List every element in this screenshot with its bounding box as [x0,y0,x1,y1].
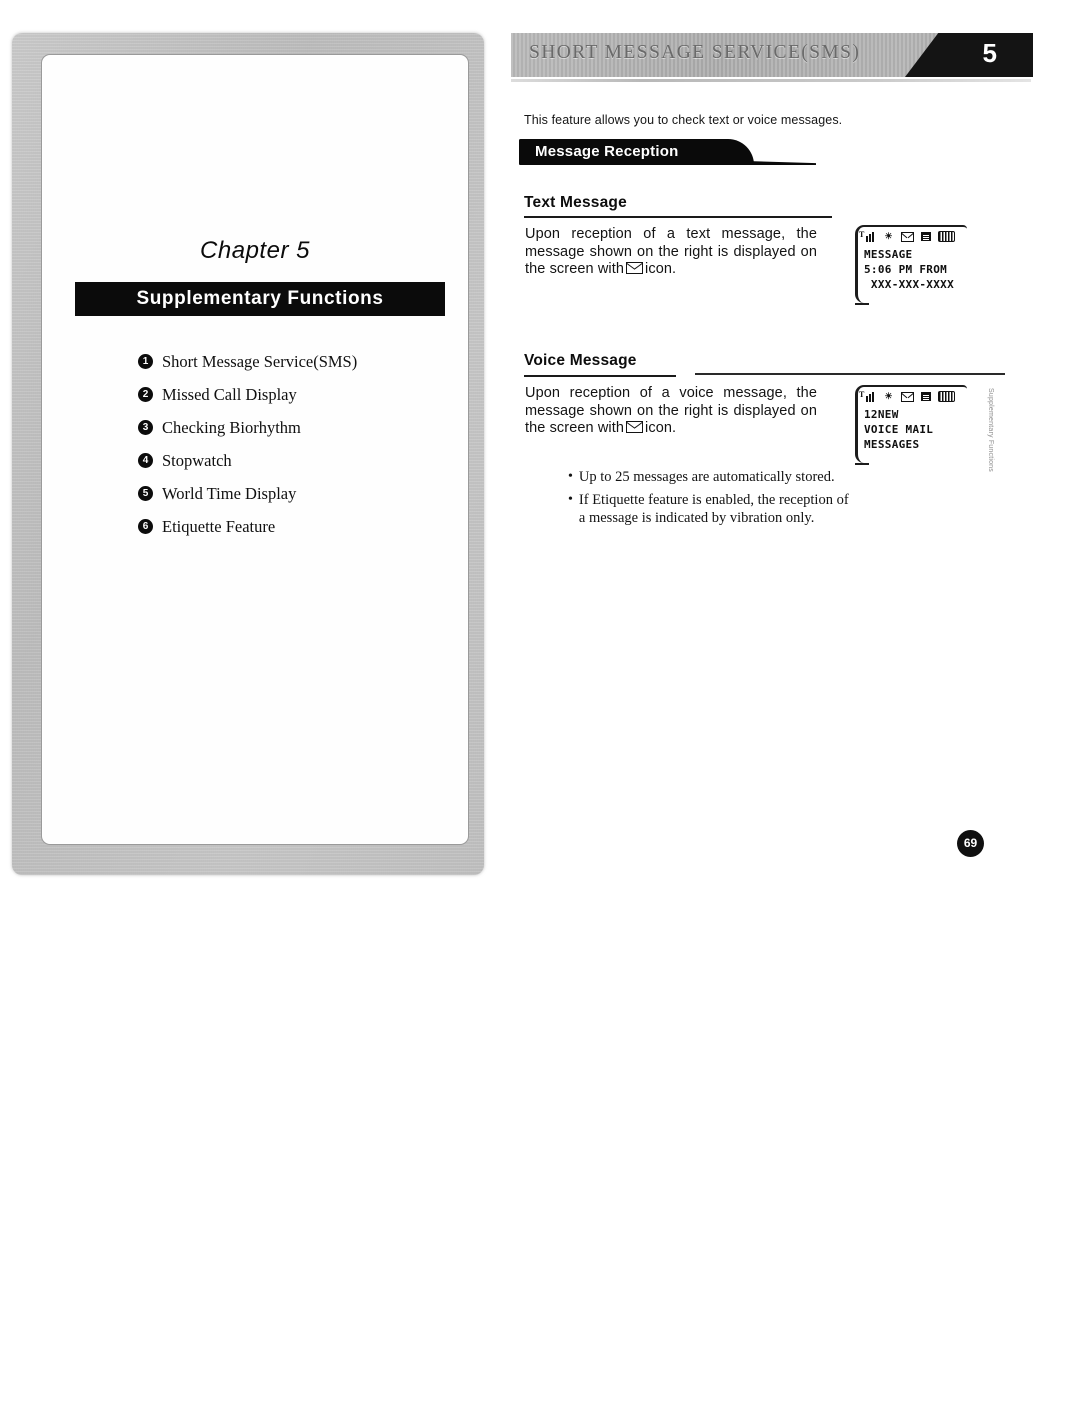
voice-message-phone-screen: T ☀ 12NEW VOICE MAIL MESSAGES [855,385,967,465]
phone-screen-text: MESSAGE 5:06 PM FROM XXX-XXX-XXXX [864,247,954,292]
note-item: • Up to 25 messages are automatically st… [568,468,858,487]
phone-screen-text: 12NEW VOICE MAIL MESSAGES [864,407,933,452]
lcd-line-1: 12NEW [864,408,899,421]
notes-list: • Up to 25 messages are automatically st… [568,468,858,532]
list-item-label: Checking Biorhythm [162,417,301,437]
section-banner-tail [710,160,816,165]
lcd-line-2: 5:06 PM FROM [864,263,948,276]
envelope-icon [626,421,644,433]
list-item: 3 Checking Biorhythm [138,411,438,444]
list-item: 1 Short Message Service(SMS) [138,345,438,378]
note-item: • If Etiquette feature is enabled, the r… [568,491,858,528]
chapter-page-surface: Chapter 5 Supplementary Functions 1 Shor… [41,54,469,845]
phone-status-bar: T ☀ [859,230,964,243]
voice-message-rule-left [524,375,676,377]
battery-box-icon [921,392,931,401]
list-number-badge: 4 [138,453,153,468]
section-banner-label: Message Reception [535,143,679,160]
list-item-label: Stopwatch [162,450,232,470]
roaming-icon: ☀ [884,231,893,241]
header-chapter-number: 5 [982,38,997,68]
text-message-heading: Text Message [524,194,627,211]
list-item-label: Short Message Service(SMS) [162,351,358,371]
list-number-badge: 2 [138,387,153,402]
list-item-label: World Time Display [162,483,297,503]
phone-status-bar: T ☀ [859,390,964,403]
list-number-badge: 5 [138,486,153,501]
bullet-icon: • [568,491,573,507]
list-number-badge: 6 [138,519,153,534]
running-header: SHORT MESSAGE SERVICE(SMS) 5 [511,33,1033,77]
text-message-body: Upon reception of a text message, the me… [525,226,817,279]
voice-message-body-after: icon. [645,420,677,436]
battery-icon [938,391,955,402]
voice-message-rule-right [695,373,1005,375]
voice-message-body: Upon reception of a voice message, the m… [525,385,817,438]
envelope-icon [901,391,914,402]
text-message-body-after: icon. [645,261,677,277]
chapter-contents-list: 1 Short Message Service(SMS) 2 Missed Ca… [138,345,438,543]
battery-icon [938,231,955,242]
chapter-title: Supplementary Functions [136,288,384,309]
note-text: Up to 25 messages are automatically stor… [578,469,835,485]
note-text: If Etiquette feature is enabled, the rec… [578,491,849,527]
voice-message-heading: Voice Message [524,352,637,369]
header-title: SHORT MESSAGE SERVICE(SMS) [529,42,861,63]
page-number: 69 [957,830,984,857]
content-page: SHORT MESSAGE SERVICE(SMS) 5 This featur… [505,0,1080,900]
list-number-badge: 3 [138,420,153,435]
bullet-icon: • [568,469,573,484]
text-message-rule [524,216,832,218]
list-item: 2 Missed Call Display [138,378,438,411]
list-item: 4 Stopwatch [138,444,438,477]
envelope-icon [901,231,914,242]
roaming-icon: ☀ [884,391,893,401]
list-item: 5 World Time Display [138,477,438,510]
lcd-line-1: MESSAGE [864,248,913,261]
envelope-icon [626,262,644,274]
battery-box-icon [921,232,931,241]
intro-text: This feature allows you to check text or… [524,113,843,127]
signal-bars-icon: T [859,390,876,402]
list-number-badge: 1 [138,354,153,369]
chapter-label: Chapter 5 [200,237,310,264]
list-item-label: Etiquette Feature [162,516,276,536]
signal-bars-icon: T [859,230,876,242]
lcd-line-3: XXX-XXX-XXXX [864,278,954,291]
lcd-line-2: VOICE MAIL [864,423,934,436]
margin-tab-label: Supplementary Functions [987,388,994,472]
list-item-label: Missed Call Display [162,384,297,404]
chapter-title-bar: Supplementary Functions [75,282,445,316]
list-item: 6 Etiquette Feature [138,510,438,543]
text-message-phone-screen: T ☀ MESSAGE 5:06 PM FROM XXX-XXX-XXXX [855,225,967,305]
header-underline [511,79,1031,82]
chapter-divider-page: Chapter 5 Supplementary Functions 1 Shor… [12,33,484,875]
lcd-line-3: MESSAGES [864,438,920,451]
